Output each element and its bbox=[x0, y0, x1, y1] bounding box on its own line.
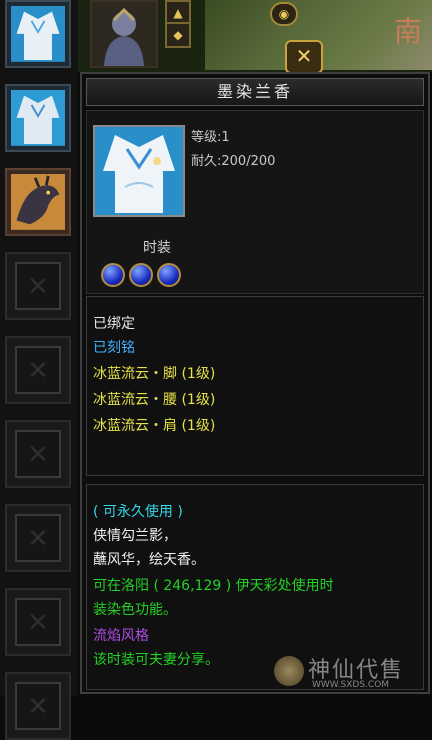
flavor-text-1: 侠情勾兰影， bbox=[93, 528, 177, 544]
inventory-slot-empty[interactable] bbox=[5, 420, 71, 488]
costume-icon bbox=[11, 6, 65, 62]
armored-character-icon bbox=[92, 2, 156, 66]
flavor-text-2: 蘸风华，绘天香。 bbox=[93, 552, 205, 568]
set-attribute-1: 冰蓝流云・脚 (1级) bbox=[93, 366, 216, 382]
set-attribute-3: 冰蓝流云・肩 (1级) bbox=[93, 418, 216, 434]
dye-info-2: 装染色功能。 bbox=[93, 602, 177, 618]
inventory-slot-mount[interactable] bbox=[5, 168, 71, 236]
inventory-slot-costume-2[interactable] bbox=[5, 84, 71, 152]
inventory-slot-empty[interactable] bbox=[5, 672, 71, 740]
inventory-slot-costume-1[interactable] bbox=[5, 0, 71, 68]
gem-socket-icon bbox=[129, 263, 153, 287]
menu-toggle-button[interactable]: ◆ bbox=[165, 22, 191, 48]
share-note: 该时装可夫妻分享。 bbox=[93, 652, 219, 668]
crossed-swords-icon[interactable]: ✕ bbox=[285, 40, 323, 74]
character-avatar[interactable] bbox=[90, 0, 158, 68]
minimap-region-label: 南 bbox=[393, 15, 422, 48]
dye-info-1: 可在洛阳 ( 246,129 ) 伊天彩处使用时 bbox=[93, 578, 334, 594]
usage-duration: ( 可永久使用 ) bbox=[93, 504, 183, 520]
inventory-slot-empty[interactable] bbox=[5, 504, 71, 572]
item-icon bbox=[93, 125, 185, 217]
inventory-slot-empty[interactable] bbox=[5, 588, 71, 656]
item-description: ( 可永久使用 ) 侠情勾兰影， 蘸风华，绘天香。 可在洛阳 ( 246,129… bbox=[86, 484, 424, 690]
inventory-slot-empty[interactable] bbox=[5, 336, 71, 404]
inventory-column bbox=[0, 0, 78, 740]
style-label: 流焰风格 bbox=[93, 628, 149, 644]
eye-icon[interactable]: ◉ bbox=[270, 2, 298, 26]
item-summary: 等级:1 耐久:200/200 时装 bbox=[86, 110, 424, 294]
item-level: 等级:1 bbox=[191, 130, 230, 145]
item-type: 时装 bbox=[143, 240, 171, 256]
item-tooltip: 墨染兰香 等级:1 耐久:200/200 时装 已绑定 已刻铭 冰蓝流云・脚 (… bbox=[80, 72, 430, 694]
inventory-slot-empty[interactable] bbox=[5, 252, 71, 320]
engraved-status: 已刻铭 bbox=[93, 340, 135, 356]
set-attribute-2: 冰蓝流云・腰 (1级) bbox=[93, 392, 216, 408]
item-attributes: 已绑定 已刻铭 冰蓝流云・脚 (1级) 冰蓝流云・腰 (1级) 冰蓝流云・肩 (… bbox=[86, 296, 424, 476]
dragon-mount-icon bbox=[11, 174, 65, 230]
item-title: 墨染兰香 bbox=[86, 78, 424, 106]
costume-icon bbox=[11, 90, 65, 146]
gem-socket-icon bbox=[101, 263, 125, 287]
item-durability: 耐久:200/200 bbox=[191, 154, 276, 169]
bound-status: 已绑定 bbox=[93, 316, 135, 332]
gem-socket-icon bbox=[157, 263, 181, 287]
costume-icon bbox=[95, 127, 183, 215]
